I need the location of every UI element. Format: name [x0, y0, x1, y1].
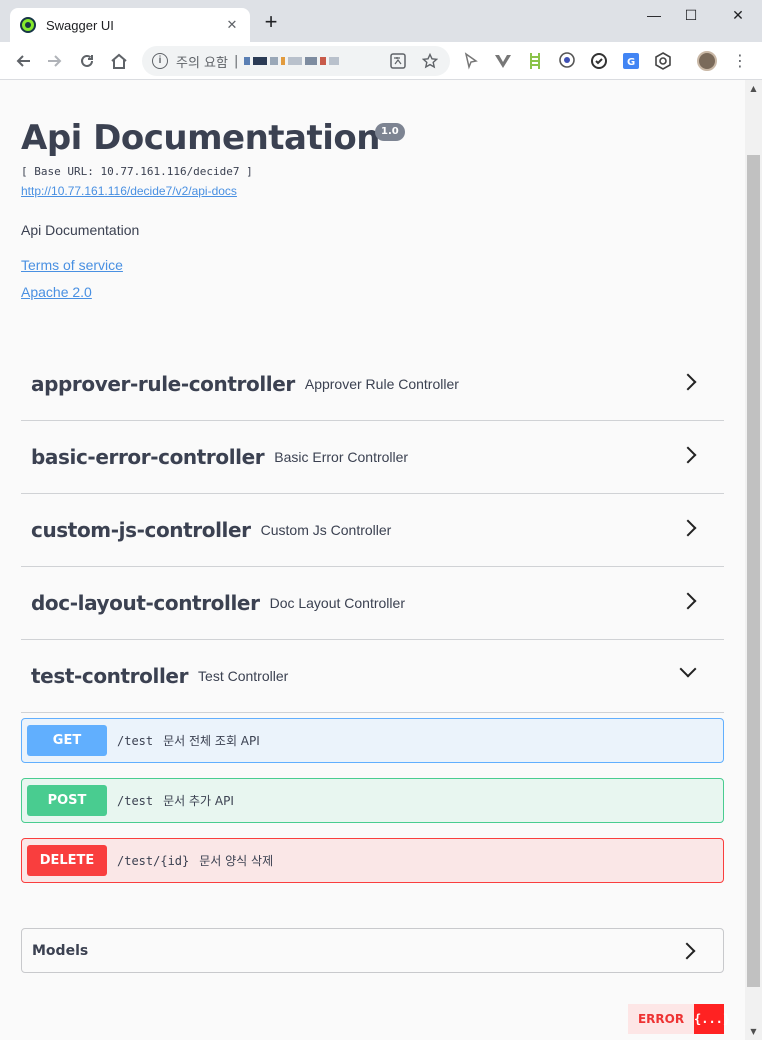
- tag-name: approver-rule-controller: [31, 372, 295, 396]
- tag-name: basic-error-controller: [31, 445, 265, 469]
- tag-description: Test Controller: [198, 668, 289, 684]
- cursor-extension-icon[interactable]: [462, 52, 480, 70]
- models-section[interactable]: Models: [21, 928, 724, 973]
- browser-toolbar: i 주의 요함 | G ⋮: [0, 42, 762, 80]
- home-icon[interactable]: [106, 48, 132, 74]
- chevron-right-icon[interactable]: [679, 519, 697, 537]
- api-docs-link[interactable]: http://10.77.161.116/decide7/v2/api-docs: [21, 184, 237, 198]
- tag-basic-error-controller[interactable]: basic-error-controller Basic Error Contr…: [21, 421, 724, 494]
- tab-title: Swagger UI: [46, 17, 114, 33]
- back-icon[interactable]: [10, 48, 36, 74]
- operation-summary: 문서 전체 조회 API: [163, 734, 260, 748]
- tag-approver-rule-controller[interactable]: approver-rule-controller Approver Rule C…: [21, 348, 724, 421]
- operation-summary: 문서 추가 API: [163, 794, 234, 808]
- tag-name: test-controller: [31, 664, 189, 688]
- operation-post-test[interactable]: POST /test 문서 추가 API: [21, 778, 724, 823]
- swagger-favicon-icon: [20, 17, 36, 33]
- tag-description: Basic Error Controller: [274, 449, 409, 465]
- tag-custom-js-controller[interactable]: custom-js-controller Custom Js Controlle…: [21, 494, 724, 567]
- scroll-up-arrow-icon[interactable]: ▲: [745, 80, 762, 97]
- api-title: Api Documentation: [21, 118, 380, 158]
- google-translate-icon[interactable]: G: [622, 52, 640, 70]
- swagger-content: Api Documentation 1.0 [ Base URL: 10.77.…: [0, 80, 745, 1040]
- more-menu-icon[interactable]: ⋮: [730, 50, 750, 72]
- tag-description: Doc Layout Controller: [269, 595, 405, 611]
- chevron-right-icon[interactable]: [679, 373, 697, 391]
- chevron-right-icon[interactable]: [679, 446, 697, 464]
- scrollbar-thumb[interactable]: [747, 155, 760, 987]
- bookmark-star-icon[interactable]: [422, 53, 438, 69]
- browser-titlebar: Swagger UI ✕ + — ☐ ✕: [0, 0, 762, 42]
- validator-braces-icon: {...}: [694, 1004, 730, 1034]
- chevron-right-icon[interactable]: [678, 942, 696, 960]
- maximize-button[interactable]: ☐: [673, 4, 709, 26]
- profile-avatar[interactable]: [697, 51, 717, 71]
- base-url: [ Base URL: 10.77.161.116/decide7 ]: [21, 165, 253, 178]
- tag-description: Custom Js Controller: [260, 522, 392, 538]
- license-link[interactable]: Apache 2.0: [21, 284, 92, 300]
- url-text-redacted: [244, 56, 364, 66]
- tag-doc-layout-controller[interactable]: doc-layout-controller Doc Layout Control…: [21, 567, 724, 640]
- minimize-button[interactable]: —: [636, 4, 672, 26]
- method-badge-get: GET: [27, 725, 107, 756]
- reload-icon[interactable]: [74, 48, 100, 74]
- operation-delete-test-id[interactable]: DELETE /test/{id} 문서 양식 삭제: [21, 838, 724, 883]
- close-window-button[interactable]: ✕: [720, 4, 756, 26]
- translate-icon[interactable]: [390, 53, 406, 69]
- shield-extension-icon[interactable]: [654, 52, 672, 70]
- operation-path: /test: [117, 793, 154, 808]
- forward-icon[interactable]: [42, 48, 68, 74]
- security-warning-label: 주의 요함: [176, 55, 228, 71]
- models-title: Models: [32, 942, 89, 959]
- ladder-extension-icon[interactable]: [526, 52, 544, 70]
- svg-text:G: G: [627, 57, 635, 68]
- version-badge: 1.0: [375, 123, 405, 141]
- method-badge-delete: DELETE: [27, 845, 107, 876]
- tab-close-icon[interactable]: ✕: [224, 18, 240, 33]
- operation-get-test[interactable]: GET /test 문서 전체 조회 API: [21, 718, 724, 763]
- api-description: Api Documentation: [21, 222, 140, 238]
- scroll-down-arrow-icon[interactable]: ▼: [745, 1023, 762, 1040]
- sync-extension-icon[interactable]: [590, 52, 608, 70]
- terms-of-service-link[interactable]: Terms of service: [21, 257, 123, 273]
- tag-name: custom-js-controller: [31, 518, 251, 542]
- chevron-down-icon[interactable]: [679, 660, 697, 678]
- browser-tab[interactable]: Swagger UI ✕: [10, 8, 250, 42]
- chevron-right-icon[interactable]: [679, 592, 697, 610]
- address-bar[interactable]: i 주의 요함 |: [142, 46, 450, 76]
- operation-path: /test/{id}: [117, 853, 190, 868]
- chat-extension-icon[interactable]: [558, 52, 576, 70]
- address-separator: |: [233, 53, 239, 69]
- validator-label: ERROR: [628, 1004, 694, 1034]
- info-icon[interactable]: i: [152, 53, 168, 69]
- new-tab-button[interactable]: +: [260, 11, 282, 34]
- tag-name: doc-layout-controller: [31, 591, 260, 615]
- method-badge-post: POST: [27, 785, 107, 816]
- operation-path: /test: [117, 733, 154, 748]
- vue-devtools-icon[interactable]: [494, 52, 512, 70]
- tag-description: Approver Rule Controller: [304, 376, 459, 392]
- operation-summary: 문서 양식 삭제: [199, 854, 274, 868]
- tag-test-controller[interactable]: test-controller Test Controller: [21, 640, 724, 713]
- validator-badge[interactable]: ERROR {...}: [628, 1004, 730, 1034]
